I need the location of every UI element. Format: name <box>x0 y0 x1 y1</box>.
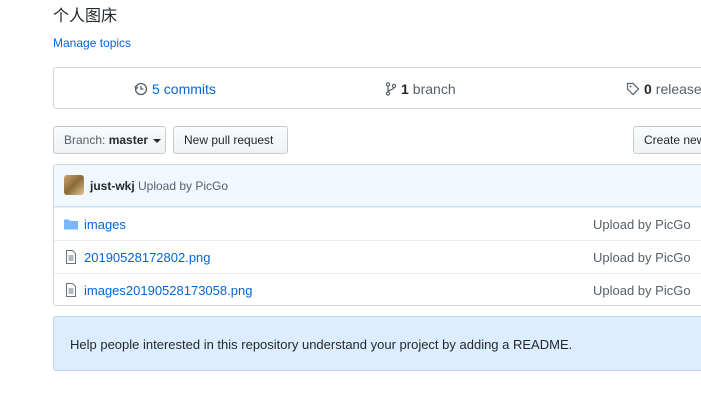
commits-link[interactable]: 5 commits <box>134 81 216 97</box>
commit-author[interactable]: just-wkj <box>90 179 135 193</box>
avatar[interactable] <box>64 175 84 195</box>
commit-message[interactable]: Upload by PicGo <box>138 179 228 193</box>
new-pull-request-button[interactable]: New pull request <box>173 126 288 154</box>
releases-count: 0 <box>644 81 652 97</box>
commits-count: 5 <box>152 81 160 97</box>
file-row-images20190528173058[interactable]: images20190528173058.png Upload by PicGo <box>54 273 701 305</box>
folder-icon <box>64 219 78 230</box>
file-icon <box>66 283 76 297</box>
repo-summary-bar: 5 commits 1 branch 0 releases <box>53 67 701 109</box>
caret-down-icon <box>153 138 162 143</box>
branch-icon <box>385 82 397 96</box>
commits-label: commits <box>163 81 216 97</box>
branches-link[interactable]: 1 branch <box>385 81 456 97</box>
file-navigation: just-wkj Upload by PicGo images Upload b… <box>53 164 701 306</box>
file-name[interactable]: images <box>84 217 126 232</box>
branch-label: branch <box>412 81 456 97</box>
branch-name: master <box>108 133 149 147</box>
releases-link[interactable]: 0 releases <box>626 81 701 97</box>
manage-topics-link[interactable]: Manage topics <box>53 36 131 50</box>
file-name[interactable]: 20190528172802.png <box>84 250 211 265</box>
releases-label: releases <box>655 81 701 97</box>
latest-commit-bar: just-wkj Upload by PicGo <box>54 165 701 207</box>
file-name[interactable]: images20190528173058.png <box>84 283 252 298</box>
file-commit-message[interactable]: Upload by PicGo <box>593 250 691 265</box>
branch-count: 1 <box>401 81 409 97</box>
file-commit-message[interactable]: Upload by PicGo <box>593 283 691 298</box>
readme-prompt: Help people interested in this repositor… <box>53 316 701 371</box>
branch-prefix: Branch: <box>64 133 106 147</box>
file-row-images[interactable]: images Upload by PicGo <box>54 207 701 240</box>
history-icon <box>134 82 148 96</box>
repo-description: 个人图床 <box>53 6 118 25</box>
branch-select-button[interactable]: Branch: master <box>53 126 166 154</box>
file-icon <box>66 250 76 264</box>
tag-icon <box>626 82 640 96</box>
file-row-20190528172802[interactable]: 20190528172802.png Upload by PicGo <box>54 240 701 273</box>
file-commit-message[interactable]: Upload by PicGo <box>593 217 691 232</box>
create-new-file-button[interactable]: Create new file <box>633 126 701 154</box>
